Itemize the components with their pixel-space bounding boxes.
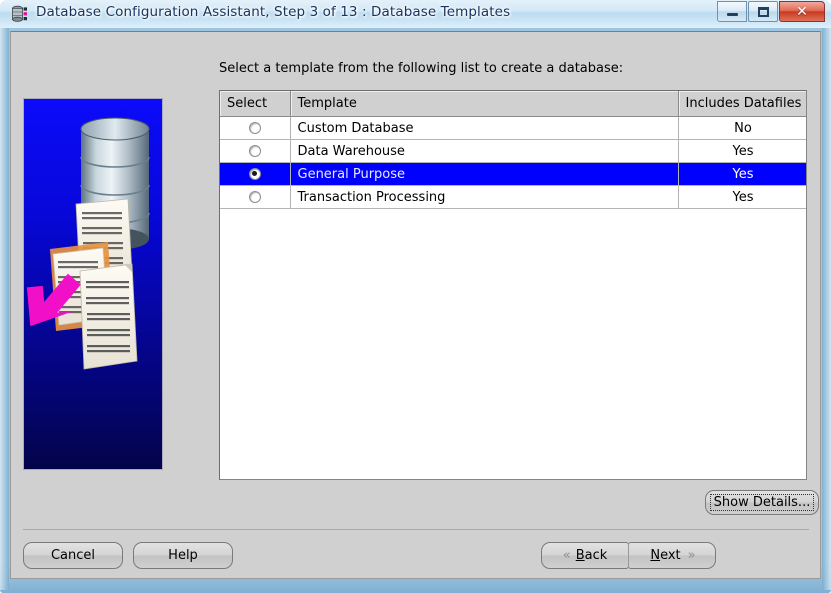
row-includes-datafiles: Yes [678, 185, 806, 209]
table-row[interactable]: Custom Database No [220, 116, 806, 140]
window-title: Database Configuration Assistant, Step 3… [36, 4, 511, 20]
maximize-button[interactable] [748, 1, 778, 22]
row-radio-cell[interactable] [220, 139, 291, 163]
table-header-row: Select Template Includes Datafiles [220, 91, 806, 117]
show-details-button[interactable]: Show Details... [705, 490, 819, 515]
close-button[interactable]: ✕ [779, 1, 825, 22]
template-radio-selected[interactable] [248, 167, 261, 180]
help-label: Help [168, 548, 198, 563]
row-includes-datafiles: Yes [678, 139, 806, 163]
minimize-icon [726, 13, 738, 16]
minimize-button[interactable] [717, 1, 747, 22]
footer-separator [23, 529, 809, 530]
window-frame-left [0, 28, 9, 590]
table-body: Custom Database No Data Warehouse Yes Ge… [220, 116, 806, 209]
row-includes-datafiles: No [678, 116, 806, 140]
dialog-client-area: Select a template from the following lis… [10, 31, 821, 579]
template-radio[interactable] [248, 144, 261, 157]
back-label: Back [575, 548, 608, 563]
chevron-left-icon: « [562, 548, 571, 563]
back-button[interactable]: « Back [541, 542, 629, 569]
database-icon [12, 5, 27, 22]
column-header-includes-datafiles[interactable]: Includes Datafiles [678, 91, 806, 117]
focus-outline [710, 494, 814, 511]
row-includes-datafiles: Yes [678, 162, 806, 186]
row-template-name: Data Warehouse [290, 139, 679, 163]
template-table[interactable]: Select Template Includes Datafiles Custo… [219, 90, 807, 480]
help-button[interactable]: Help [133, 542, 233, 569]
database-illustration-graphic [26, 117, 150, 370]
instruction-label: Select a template from the following lis… [219, 61, 624, 76]
column-header-select[interactable]: Select [220, 91, 291, 117]
application-window: Database Configuration Assistant, Step 3… [0, 0, 831, 593]
window-frame-right [822, 28, 831, 590]
template-radio[interactable] [248, 190, 261, 203]
next-label: Next [650, 548, 681, 563]
navigation-button-group: « Back Next » [541, 542, 716, 569]
row-template-name: Custom Database [290, 116, 679, 140]
template-radio[interactable] [248, 121, 261, 134]
row-radio-cell[interactable] [220, 185, 291, 209]
title-bar[interactable]: Database Configuration Assistant, Step 3… [0, 0, 831, 28]
row-radio-cell[interactable] [220, 162, 291, 186]
chevron-right-icon: » [687, 548, 696, 563]
row-template-name: General Purpose [290, 162, 679, 186]
close-icon: ✕ [796, 3, 808, 20]
maximize-icon [757, 6, 769, 17]
next-button[interactable]: Next » [628, 542, 716, 569]
cancel-label: Cancel [50, 548, 96, 563]
table-row[interactable]: Data Warehouse Yes [220, 139, 806, 163]
row-template-name: Transaction Processing [290, 185, 679, 209]
column-header-template[interactable]: Template [290, 91, 679, 117]
window-controls: ✕ [716, 1, 825, 23]
table-row[interactable]: Transaction Processing Yes [220, 185, 806, 209]
table-row-selected[interactable]: General Purpose Yes [220, 162, 806, 186]
row-radio-cell[interactable] [220, 116, 291, 140]
sidebar-illustration [23, 98, 163, 470]
cancel-button[interactable]: Cancel [23, 542, 123, 569]
